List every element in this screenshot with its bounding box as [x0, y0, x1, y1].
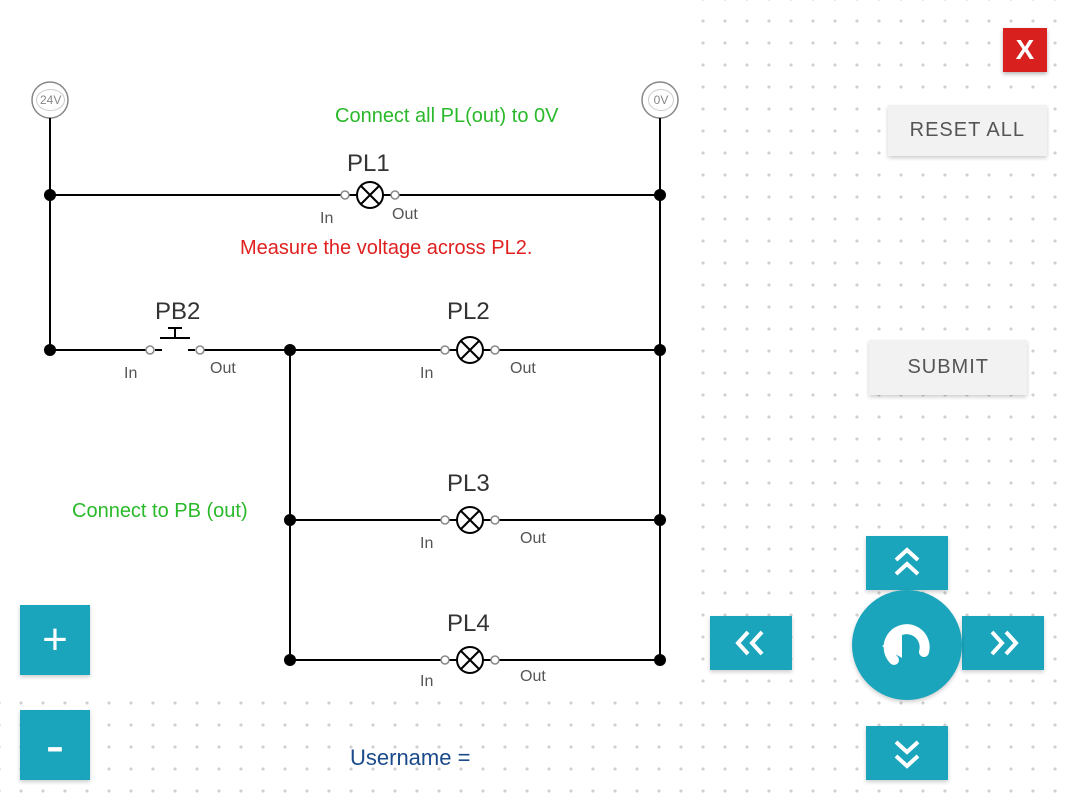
- pl3-label: PL3: [447, 470, 490, 498]
- nav-undo-button[interactable]: [852, 590, 962, 700]
- pl2-label: PL2: [447, 298, 490, 326]
- nav-right-button[interactable]: [962, 616, 1044, 670]
- zoom-in-button[interactable]: +: [20, 605, 90, 675]
- pl3-out: Out: [520, 530, 546, 548]
- close-icon: X: [1016, 34, 1035, 66]
- nav-up-button[interactable]: [866, 536, 948, 590]
- chevron-up-icon: [892, 546, 922, 580]
- pl1-label: PL1: [347, 150, 390, 178]
- chevron-right-icon: [986, 628, 1020, 658]
- hint-measure: Measure the voltage across PL2.: [240, 237, 532, 260]
- reset-all-button[interactable]: RESET ALL: [888, 105, 1047, 156]
- terminal-0v: 0V: [648, 89, 674, 111]
- pl4-label: PL4: [447, 610, 490, 638]
- pb2-in: In: [124, 365, 137, 383]
- chevron-down-icon: [892, 736, 922, 770]
- pl1-in: In: [320, 210, 333, 228]
- nav-down-button[interactable]: [866, 726, 948, 780]
- hint-left: Connect to PB (out): [72, 500, 248, 523]
- pl4-in: In: [420, 673, 433, 691]
- hint-top: Connect all PL(out) to 0V: [335, 105, 558, 128]
- nav-pad: [770, 536, 1030, 796]
- pb2-label: PB2: [155, 298, 200, 326]
- nav-left-button[interactable]: [710, 616, 792, 670]
- pl4-out: Out: [520, 668, 546, 686]
- pb2-out: Out: [210, 360, 236, 378]
- close-button[interactable]: X: [1003, 28, 1047, 72]
- pl2-in: In: [420, 365, 433, 383]
- submit-button[interactable]: SUBMIT: [869, 340, 1027, 395]
- pl2-out: Out: [510, 360, 536, 378]
- zoom-out-button[interactable]: -: [20, 710, 90, 780]
- pl1-out: Out: [392, 206, 418, 224]
- plus-icon: +: [42, 615, 68, 665]
- username-label: Username =: [350, 745, 470, 771]
- undo-icon: [872, 610, 942, 680]
- chevron-left-icon: [734, 628, 768, 658]
- pl3-in: In: [420, 535, 433, 553]
